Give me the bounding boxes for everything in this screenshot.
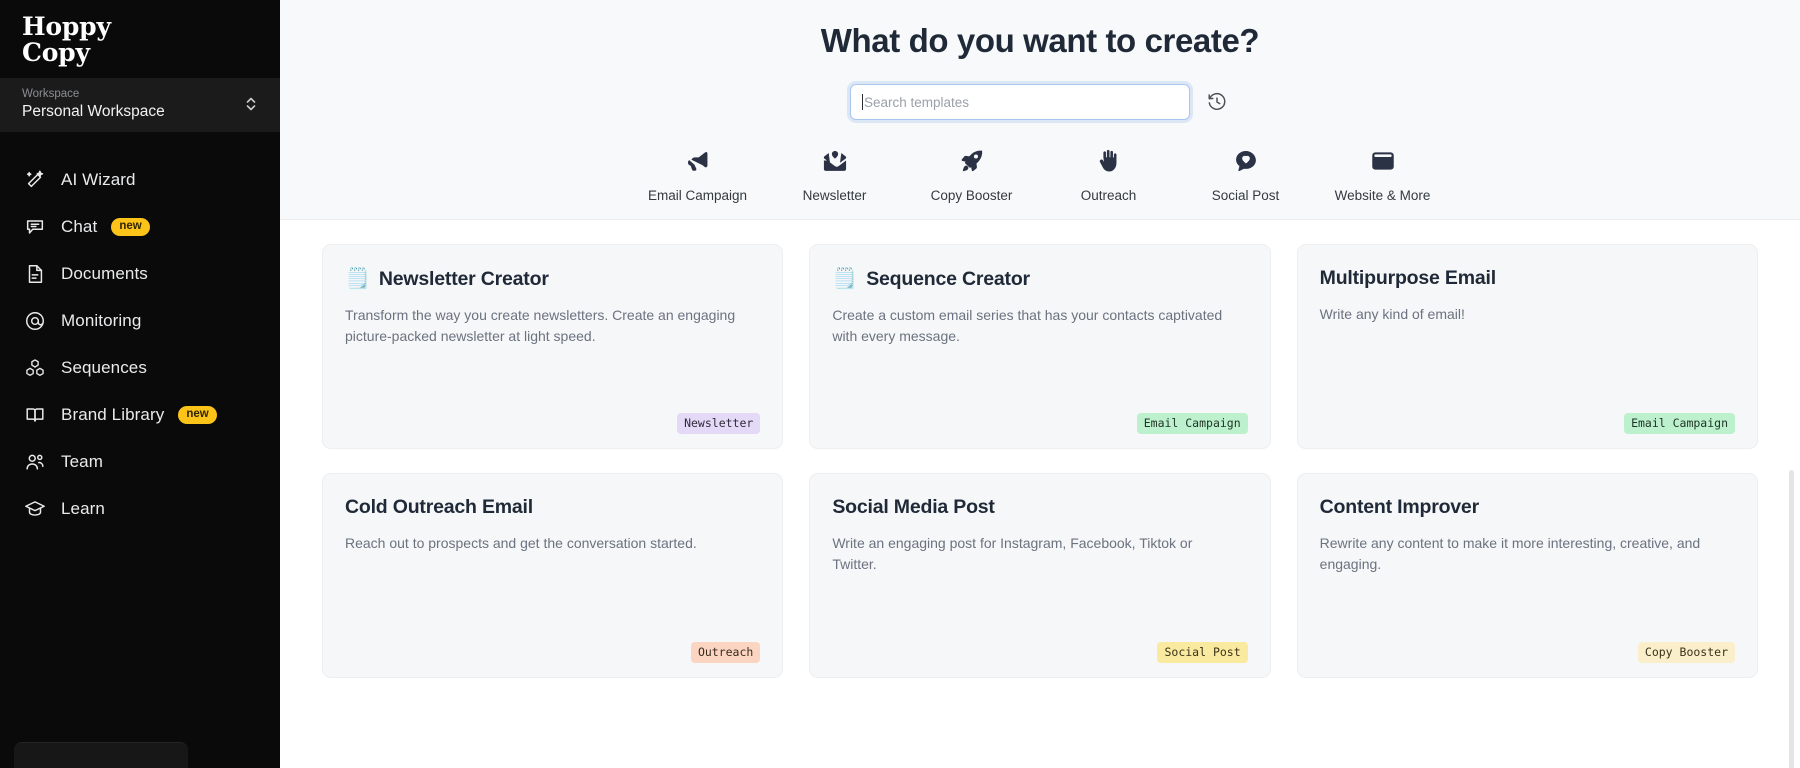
workspace-switcher[interactable]: Workspace Personal Workspace	[0, 78, 280, 132]
sidebar-item-ai-wizard[interactable]: AI Wizard	[0, 156, 280, 203]
waving-hand-icon	[1095, 146, 1123, 176]
template-tag: Copy Booster	[1637, 642, 1735, 663]
category-filter-row: Email Campaign Newsletter Copy Booster O…	[280, 146, 1800, 203]
sidebar-item-documents[interactable]: Documents	[0, 250, 280, 297]
category-label: Copy Booster	[930, 188, 1013, 203]
category-label: Outreach	[1080, 188, 1137, 203]
document-icon	[22, 261, 47, 286]
magic-wand-icon	[22, 167, 47, 192]
speech-bubble-heart-icon	[1232, 146, 1260, 176]
template-tag: Email Campaign	[1136, 413, 1248, 434]
search-placeholder: Search templates	[864, 94, 970, 110]
logo-line-1: Hoppy	[22, 12, 111, 41]
category-label: Social Post	[1211, 188, 1280, 203]
category-label: Email Campaign	[647, 188, 748, 203]
sidebar-item-label: Brand Library	[61, 404, 165, 424]
megaphone-icon	[684, 146, 712, 176]
templates-grid: 🗒️ Newsletter Creator Transform the way …	[322, 244, 1758, 678]
template-tag: Newsletter	[677, 413, 761, 434]
category-social-post[interactable]: Social Post	[1177, 146, 1314, 203]
template-title: Social Media Post	[832, 496, 995, 518]
category-copy-booster[interactable]: Copy Booster	[903, 146, 1040, 203]
category-newsletter[interactable]: Newsletter	[766, 146, 903, 203]
sidebar-item-label: AI Wizard	[61, 169, 136, 189]
graduation-cap-icon	[22, 496, 47, 521]
search-row: Search templates	[280, 84, 1800, 120]
template-description: Rewrite any content to make it more inte…	[1319, 535, 1701, 572]
sidebar-item-label: Learn	[61, 498, 105, 518]
template-description: Create a custom email series that has yo…	[832, 307, 1223, 344]
page-title: What do you want to create?	[820, 22, 1260, 59]
template-card[interactable]: 🗒️ Newsletter Creator Transform the way …	[322, 244, 784, 449]
sidebar-bottom-panel[interactable]	[14, 742, 188, 768]
chevron-up-down-icon	[244, 95, 258, 113]
template-card[interactable]: Content Improver Rewrite any content to …	[1296, 473, 1758, 678]
template-description: Write an engaging post for Instagram, Fa…	[832, 535, 1193, 572]
rocket-icon	[958, 146, 986, 176]
people-icon	[22, 449, 47, 474]
template-title: Multipurpose Email	[1319, 267, 1496, 289]
envelope-heart-icon	[821, 146, 849, 176]
category-outreach[interactable]: Outreach	[1040, 146, 1177, 203]
template-tag: Outreach	[690, 642, 761, 663]
sidebar-item-label: Chat	[61, 216, 98, 236]
chat-bubble-icon	[22, 214, 47, 239]
sidebar-item-brand-library[interactable]: Brand Library new	[0, 391, 280, 438]
template-card[interactable]: Multipurpose Email Write any kind of ema…	[1296, 244, 1758, 449]
app-logo[interactable]: Hoppy Copy	[0, 0, 280, 78]
template-title: Cold Outreach Email	[345, 496, 533, 518]
spiral-notepad-icon: 🗒️	[345, 268, 370, 290]
template-title: Sequence Creator	[866, 267, 1030, 290]
text-caret	[862, 94, 863, 110]
sidebar-item-monitoring[interactable]: Monitoring	[0, 297, 280, 344]
boxes-icon	[22, 355, 47, 380]
category-email-campaign[interactable]: Email Campaign	[629, 146, 766, 203]
logo-line-2: Copy	[22, 37, 90, 67]
template-tag: Email Campaign	[1624, 413, 1735, 434]
template-description: Transform the way you create newsletters…	[345, 307, 736, 344]
sidebar-item-learn[interactable]: Learn	[0, 485, 280, 532]
sidebar-item-label: Sequences	[61, 357, 147, 377]
workspace-name: Personal Workspace	[22, 103, 165, 120]
scrollbar-thumb[interactable]	[1789, 470, 1794, 768]
history-clock-icon[interactable]	[1204, 89, 1230, 115]
spiral-notepad-icon: 🗒️	[832, 268, 858, 290]
vertical-scrollbar[interactable]	[1789, 470, 1794, 768]
template-card[interactable]: Cold Outreach Email Reach out to prospec…	[322, 473, 784, 678]
workspace-label: Workspace	[22, 88, 80, 100]
category-website-more[interactable]: Website & More	[1314, 146, 1451, 203]
open-book-icon	[22, 402, 47, 427]
sidebar-item-team[interactable]: Team	[0, 438, 280, 485]
sidebar: Hoppy Copy Workspace Personal Workspace	[0, 0, 280, 768]
template-title: Content Improver	[1319, 496, 1480, 518]
main-content: What do you want to create? Search templ…	[280, 0, 1800, 768]
app-root: Hoppy Copy Workspace Personal Workspace	[0, 0, 1800, 768]
category-label: Website & More	[1334, 188, 1431, 203]
template-title: Newsletter Creator	[378, 267, 549, 290]
category-label: Newsletter	[802, 188, 867, 203]
templates-scroll-area[interactable]: 🗒️ Newsletter Creator Transform the way …	[280, 220, 1800, 768]
hero-section: What do you want to create? Search templ…	[280, 0, 1800, 220]
sidebar-item-label: Monitoring	[61, 310, 142, 330]
badge-new: new	[111, 217, 150, 236]
sidebar-nav: AI Wizard Chat new Documents Monitoring …	[0, 156, 280, 532]
sidebar-item-chat[interactable]: Chat new	[0, 203, 280, 250]
at-circle-icon	[22, 308, 47, 333]
badge-new: new	[178, 405, 217, 424]
search-input[interactable]: Search templates	[850, 84, 1190, 120]
sidebar-item-label: Documents	[61, 263, 148, 283]
template-tag: Social Post	[1157, 642, 1248, 663]
template-card[interactable]: Social Media Post Write an engaging post…	[809, 473, 1271, 678]
template-description: Reach out to prospects and get the conve…	[345, 535, 697, 551]
browser-window-icon	[1369, 146, 1397, 176]
template-description: Write any kind of email!	[1319, 306, 1465, 322]
template-card[interactable]: 🗒️ Sequence Creator Create a custom emai…	[809, 244, 1271, 449]
sidebar-item-sequences[interactable]: Sequences	[0, 344, 280, 391]
sidebar-item-label: Team	[61, 451, 103, 471]
